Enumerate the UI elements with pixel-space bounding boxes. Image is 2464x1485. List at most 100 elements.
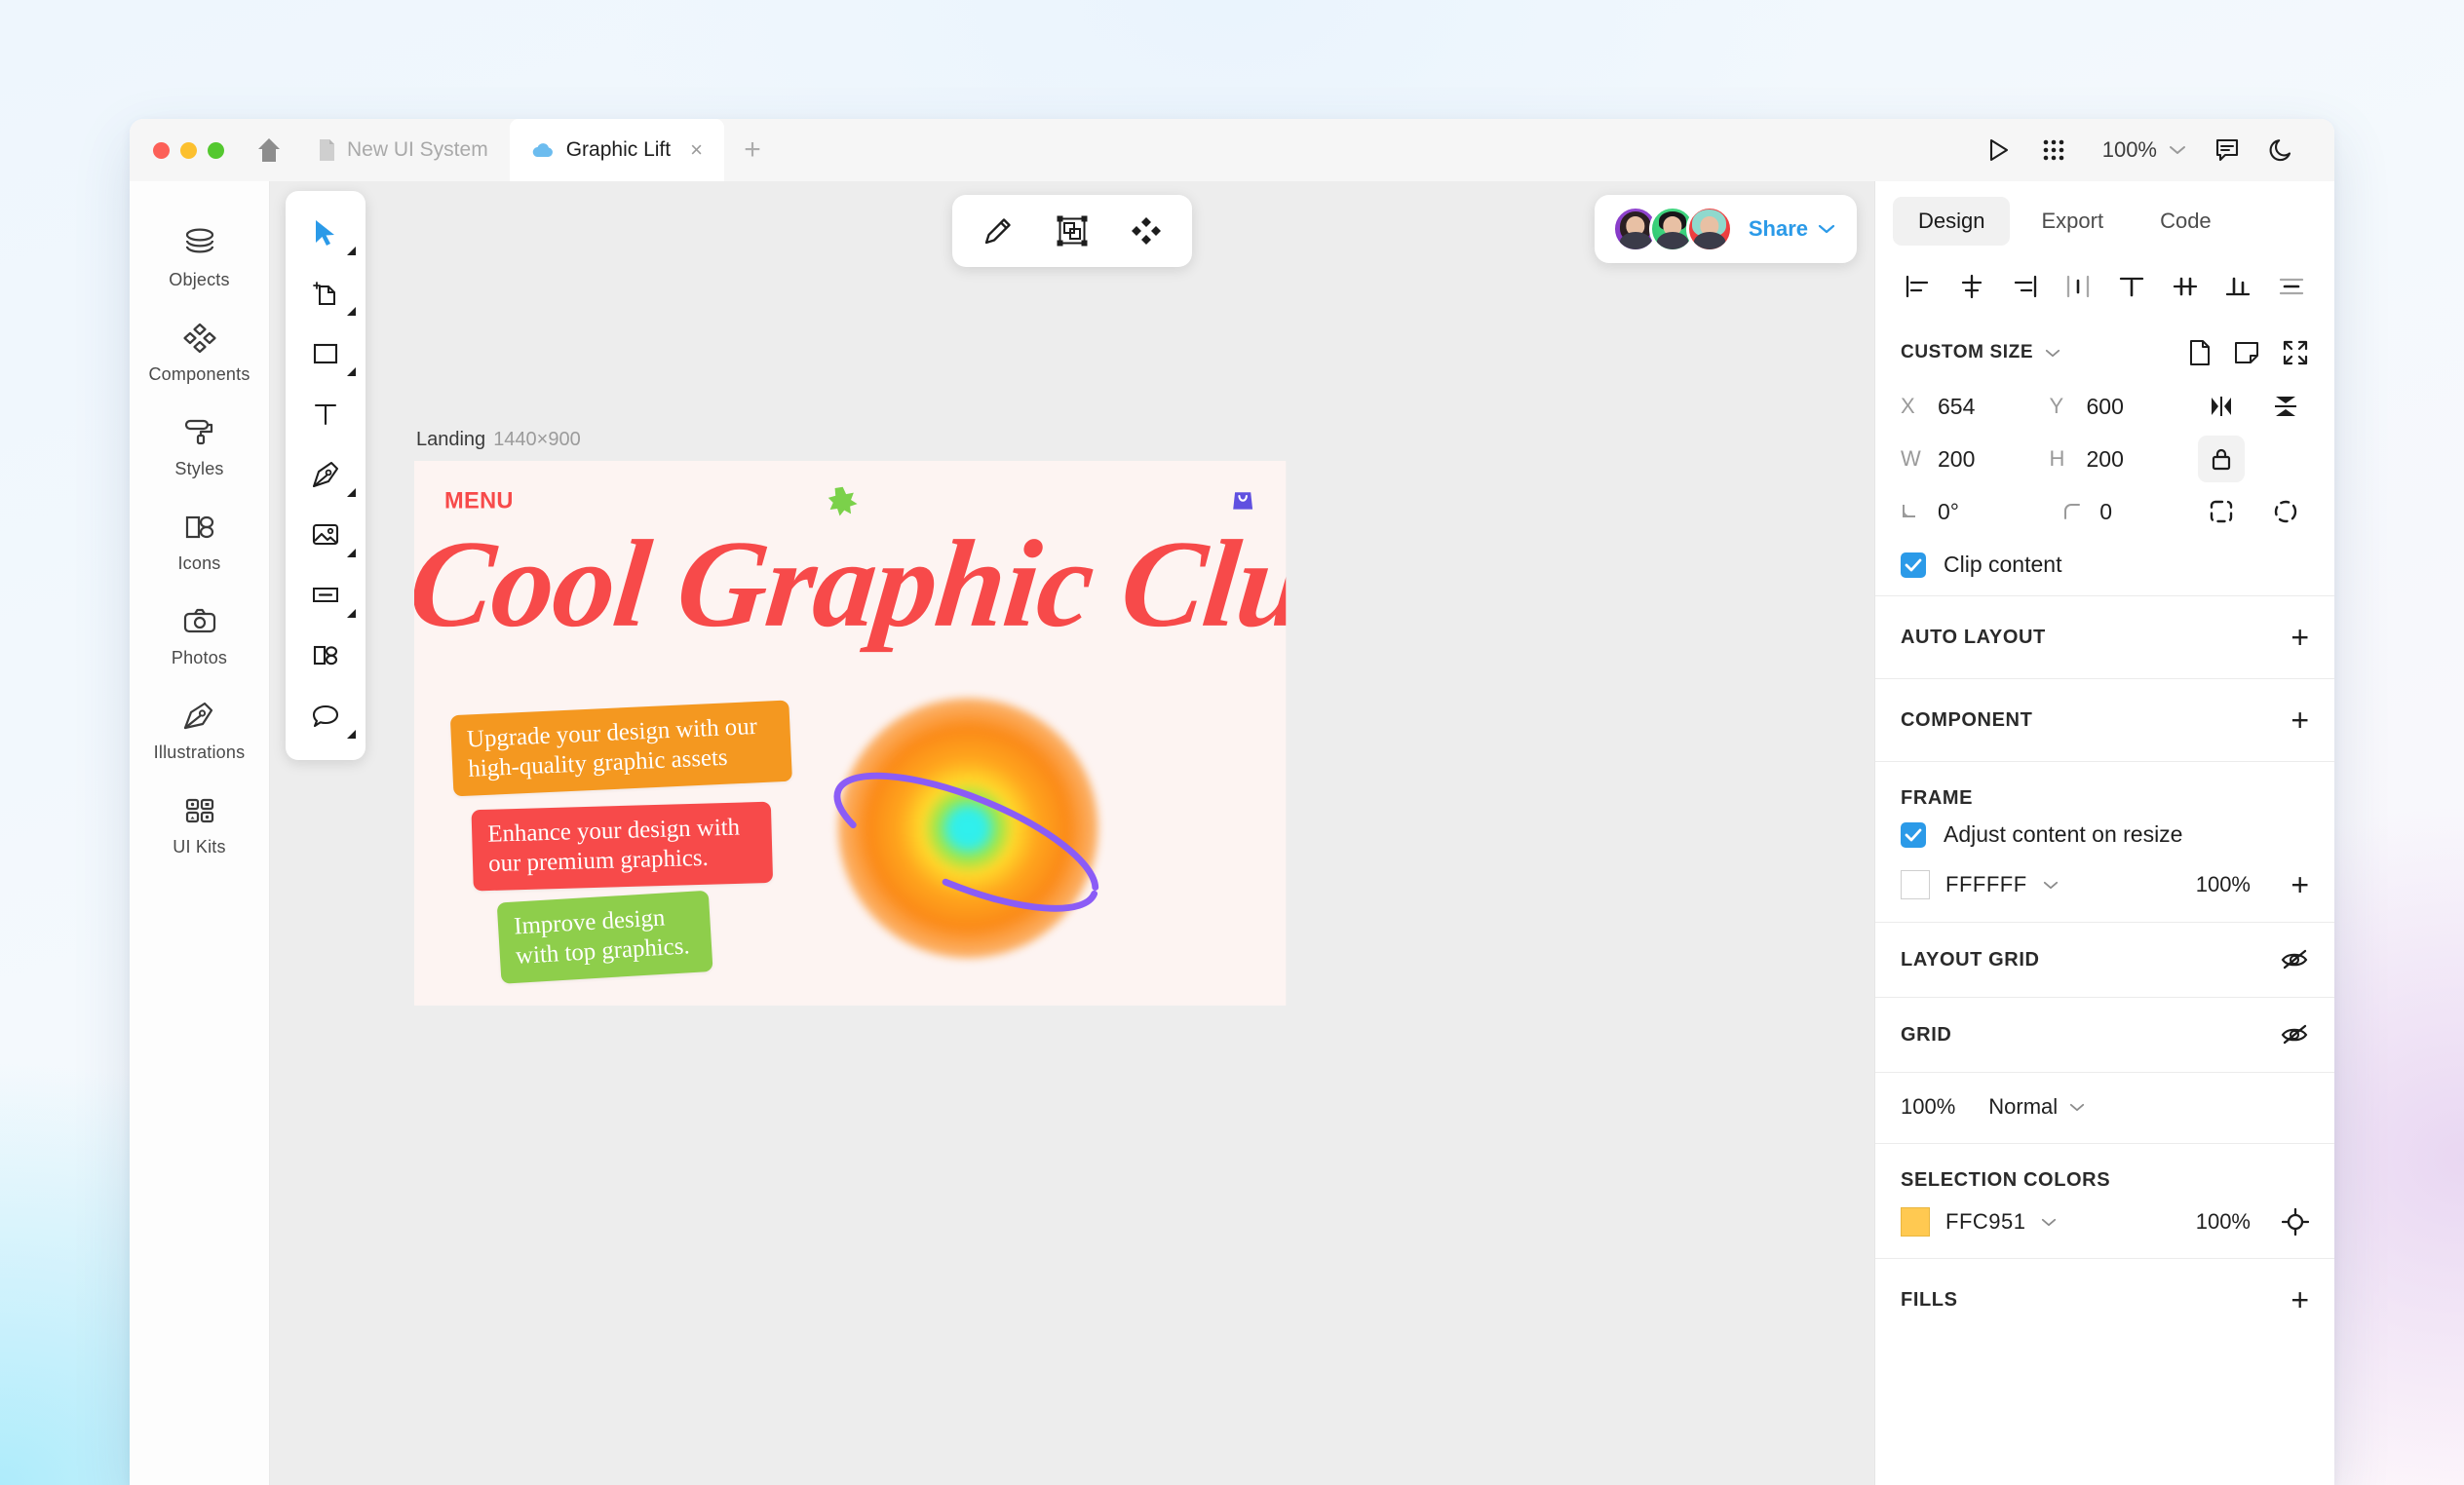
- share-button[interactable]: Share: [1749, 216, 1835, 242]
- pencil-tool-button[interactable]: [974, 207, 1022, 255]
- layers-icon: [181, 227, 218, 260]
- sidebar-item-photos[interactable]: Photos: [130, 589, 270, 683]
- tab-export[interactable]: Export: [2016, 197, 2129, 246]
- tool-flyout-indicator[interactable]: [347, 307, 356, 316]
- icons-shapes-icon: [181, 511, 218, 544]
- new-tab-button[interactable]: +: [724, 119, 781, 181]
- tool-flyout-indicator[interactable]: [347, 247, 356, 255]
- flip-vertical-button[interactable]: [2262, 383, 2309, 430]
- sidebar-item-ui-kits[interactable]: UI Kits: [130, 778, 270, 872]
- sidebar-item-illustrations[interactable]: Illustrations: [130, 683, 270, 778]
- artboard[interactable]: MENU Cool Graphic Club Upgrade your desi…: [414, 461, 1287, 1006]
- mask-tool[interactable]: [289, 626, 362, 686]
- distribute-vertical-icon[interactable]: [2270, 267, 2313, 306]
- sidebar-item-label: UI Kits: [173, 837, 226, 857]
- sidebar-item-components[interactable]: Components: [130, 305, 270, 400]
- minimize-window-button[interactable]: [180, 141, 197, 159]
- expand-icon[interactable]: [2282, 339, 2309, 366]
- y-field[interactable]: Y 600: [2050, 394, 2199, 420]
- alignment-toolbar: [1875, 255, 2334, 322]
- tool-flyout-indicator[interactable]: [347, 609, 356, 618]
- tab-graphic-lift[interactable]: Graphic Lift ×: [509, 119, 724, 181]
- align-horizontal-center-icon[interactable]: [1950, 267, 1993, 306]
- comments-button[interactable]: [2200, 119, 2254, 181]
- eye-off-icon[interactable]: [2280, 1023, 2309, 1047]
- sidebar-item-icons[interactable]: Icons: [130, 494, 270, 589]
- tab-new-ui-system[interactable]: New UI System: [296, 119, 510, 181]
- chevron-down-icon[interactable]: [2043, 880, 2059, 891]
- frame-label[interactable]: Landing 1440×900: [414, 429, 1818, 451]
- avatar[interactable]: [1685, 206, 1733, 252]
- distribute-horizontal-icon[interactable]: [2057, 267, 2099, 306]
- tool-flyout-indicator[interactable]: [347, 549, 356, 557]
- x-field[interactable]: X 654: [1901, 394, 2050, 420]
- height-field[interactable]: H 200: [2050, 446, 2199, 473]
- chevron-down-icon[interactable]: [2045, 348, 2060, 359]
- image-tool[interactable]: [289, 505, 362, 565]
- title-bar-controls: 100%: [1972, 119, 2334, 181]
- align-bottom-icon[interactable]: [2216, 267, 2259, 306]
- apps-grid-icon: [2042, 138, 2065, 162]
- move-tool[interactable]: [289, 203, 362, 263]
- blend-mode-select[interactable]: Normal: [1988, 1094, 2085, 1120]
- button-tool[interactable]: [289, 565, 362, 626]
- add-fills-button[interactable]: +: [2291, 1284, 2309, 1315]
- align-top-icon[interactable]: [2110, 267, 2153, 306]
- lock-aspect-ratio-button[interactable]: [2198, 436, 2245, 482]
- corner-radius-field[interactable]: 0: [2049, 499, 2198, 525]
- adjust-content-row[interactable]: Adjust content on resize: [1875, 818, 2334, 859]
- play-button[interactable]: [1972, 119, 2026, 181]
- tab-design[interactable]: Design: [1893, 197, 2011, 246]
- align-left-icon[interactable]: [1897, 267, 1940, 306]
- constrain-dashed-icon: [2209, 499, 2234, 524]
- h-label: H: [2049, 446, 2065, 471]
- add-auto-layout-button[interactable]: +: [2291, 622, 2309, 653]
- apps-grid-button[interactable]: [2026, 119, 2081, 181]
- pen-tool[interactable]: [289, 444, 362, 505]
- align-vertical-center-icon[interactable]: [2164, 267, 2207, 306]
- h-value: 200: [2086, 445, 2124, 472]
- comment-tool[interactable]: [289, 686, 362, 746]
- artboard-tool[interactable]: [289, 263, 362, 324]
- add-component-button[interactable]: +: [2291, 704, 2309, 736]
- sidebar-item-label: Icons: [177, 553, 221, 573]
- boolean-tool-button[interactable]: [1048, 207, 1097, 255]
- tab-code[interactable]: Code: [2135, 197, 2237, 246]
- canvas-area[interactable]: Share Landing 1440×900 MENU Cool Graphic…: [270, 181, 1874, 1485]
- sidebar-item-objects[interactable]: Objects: [130, 210, 270, 305]
- components-tool-button[interactable]: [1122, 207, 1171, 255]
- page-icon[interactable]: [2188, 339, 2212, 366]
- constrain-round-button[interactable]: [2262, 488, 2309, 535]
- constrain-dashed-button[interactable]: [2198, 488, 2245, 535]
- rectangle-tool[interactable]: [289, 324, 362, 384]
- width-field[interactable]: W 200: [1901, 446, 2050, 473]
- blend-opacity[interactable]: 100%: [1901, 1094, 1955, 1120]
- close-icon[interactable]: ×: [690, 139, 703, 161]
- maximize-window-button[interactable]: [208, 141, 224, 159]
- add-fill-button[interactable]: +: [2291, 869, 2309, 900]
- clip-content-row[interactable]: Clip content: [1875, 538, 2334, 595]
- tool-flyout-indicator[interactable]: [347, 488, 356, 497]
- adjust-content-checkbox[interactable]: [1901, 821, 1926, 848]
- text-tool[interactable]: [289, 384, 362, 444]
- align-right-icon[interactable]: [2003, 267, 2046, 306]
- flip-horizontal-button[interactable]: [2198, 383, 2245, 430]
- frame-fill-swatch[interactable]: [1901, 870, 1930, 899]
- tool-flyout-indicator[interactable]: [347, 730, 356, 739]
- rotation-field[interactable]: 0°: [1901, 499, 2049, 525]
- home-button[interactable]: [242, 119, 296, 181]
- eye-off-icon[interactable]: [2280, 948, 2309, 971]
- sidebar-item-styles[interactable]: Styles: [130, 400, 270, 494]
- sticky-note-icon[interactable]: [2233, 340, 2260, 365]
- close-window-button[interactable]: [153, 141, 170, 159]
- chevron-down-icon[interactable]: [2041, 1217, 2057, 1228]
- selection-color-swatch[interactable]: [1901, 1207, 1930, 1237]
- frame-section-label: FRAME: [1901, 787, 1974, 809]
- corner-radius-value: 0: [2099, 498, 2113, 524]
- zoom-control[interactable]: 100%: [2081, 137, 2200, 163]
- target-icon[interactable]: [2282, 1208, 2309, 1236]
- tool-flyout-indicator[interactable]: [347, 367, 356, 376]
- zoom-value: 100%: [2101, 137, 2157, 162]
- dark-mode-button[interactable]: [2254, 119, 2309, 181]
- clip-content-checkbox[interactable]: [1901, 552, 1926, 578]
